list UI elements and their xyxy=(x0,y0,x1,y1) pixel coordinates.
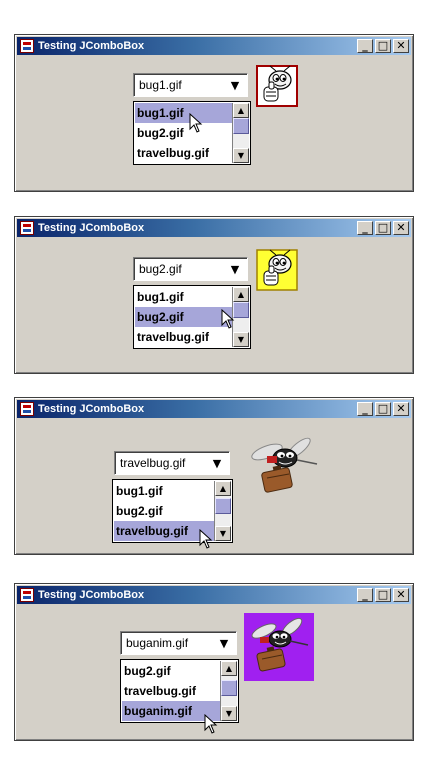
image-combo-box[interactable]: travelbug.gif ▼ xyxy=(114,451,230,475)
mouse-pointer-icon xyxy=(221,309,235,329)
combo-selected-value: travelbug.gif xyxy=(120,456,186,470)
chevron-down-icon[interactable]: ▼ xyxy=(215,634,233,652)
scroll-thumb[interactable] xyxy=(221,680,237,696)
minimize-button[interactable]: _ xyxy=(357,402,373,416)
minimize-button[interactable]: _ xyxy=(357,39,373,53)
minimize-button[interactable]: _ xyxy=(357,588,373,602)
maximize-button[interactable]: □ xyxy=(375,221,391,235)
list-item-bug1[interactable]: bug1.gif xyxy=(135,287,234,307)
list-item-travelbug[interactable]: travelbug.gif xyxy=(135,143,234,163)
scroll-thumb[interactable] xyxy=(215,498,231,514)
list-item-travelbug[interactable]: travelbug.gif xyxy=(122,681,222,701)
maximize-button[interactable]: □ xyxy=(375,402,391,416)
mouse-pointer-icon xyxy=(189,113,203,133)
java-app-icon xyxy=(20,221,34,235)
java-app-icon xyxy=(20,402,34,416)
title-bar[interactable]: Testing JComboBox _ □ ✕ xyxy=(17,400,411,418)
close-button[interactable]: ✕ xyxy=(393,221,409,235)
list-item-bug1[interactable]: bug1.gif xyxy=(114,481,216,501)
list-item-bug2[interactable]: bug2.gif xyxy=(135,123,234,143)
maximize-button[interactable]: □ xyxy=(375,39,391,53)
list-item-bug2[interactable]: bug2.gif xyxy=(135,307,234,327)
buganim-icon xyxy=(244,613,314,681)
bug1-icon xyxy=(256,65,298,107)
image-combo-box[interactable]: bug1.gif ▼ xyxy=(133,73,248,97)
image-combo-box[interactable]: bug2.gif ▼ xyxy=(133,257,248,281)
close-button[interactable]: ✕ xyxy=(393,402,409,416)
chevron-down-icon[interactable]: ▼ xyxy=(226,76,244,94)
title-bar[interactable]: Testing JComboBox _ □ ✕ xyxy=(17,37,411,55)
close-button[interactable]: ✕ xyxy=(393,588,409,602)
list-scrollbar[interactable]: ▲ ▼ xyxy=(220,661,237,721)
close-button[interactable]: ✕ xyxy=(393,39,409,53)
bug2-icon xyxy=(256,249,298,291)
scroll-up-button[interactable]: ▲ xyxy=(221,661,237,676)
window-4: Testing JComboBox _ □ ✕ buganim.gif ▼ bu… xyxy=(14,583,414,741)
travelbug-icon xyxy=(251,437,318,493)
java-app-icon xyxy=(20,588,34,602)
scroll-up-button[interactable]: ▲ xyxy=(233,103,249,118)
list-item-bug2[interactable]: bug2.gif xyxy=(114,501,216,521)
title-bar[interactable]: Testing JComboBox _ □ ✕ xyxy=(17,219,411,237)
window-3: Testing JComboBox _ □ ✕ travelbug.gif ▼ … xyxy=(14,397,414,555)
scroll-up-button[interactable]: ▲ xyxy=(215,481,231,496)
scroll-down-button[interactable]: ▼ xyxy=(221,706,237,721)
chevron-down-icon[interactable]: ▼ xyxy=(208,454,226,472)
window-1: Testing JComboBox _ □ ✕ bug1.gif ▼ bug1.… xyxy=(14,34,414,192)
list-item-bug2[interactable]: bug2.gif xyxy=(122,661,222,681)
list-scrollbar[interactable]: ▲ ▼ xyxy=(232,103,249,163)
minimize-button[interactable]: _ xyxy=(357,221,373,235)
scroll-thumb[interactable] xyxy=(233,118,249,134)
title-bar[interactable]: Testing JComboBox _ □ ✕ xyxy=(17,586,411,604)
window-title: Testing JComboBox xyxy=(38,589,145,601)
scroll-up-button[interactable]: ▲ xyxy=(233,287,249,302)
java-app-icon xyxy=(20,39,34,53)
mouse-pointer-icon xyxy=(199,529,213,549)
combo-selected-value: buganim.gif xyxy=(126,636,189,650)
combo-selected-value: bug2.gif xyxy=(139,262,182,276)
window-2: Testing JComboBox _ □ ✕ bug2.gif ▼ bug1.… xyxy=(14,216,414,374)
scroll-down-button[interactable]: ▼ xyxy=(233,148,249,163)
scroll-down-button[interactable]: ▼ xyxy=(215,526,231,541)
image-combo-box[interactable]: buganim.gif ▼ xyxy=(120,631,237,655)
list-item-bug1[interactable]: bug1.gif xyxy=(135,103,234,123)
scroll-down-button[interactable]: ▼ xyxy=(233,332,249,347)
list-scrollbar[interactable]: ▲ ▼ xyxy=(214,481,231,541)
list-item-travelbug[interactable]: travelbug.gif xyxy=(135,327,234,347)
maximize-button[interactable]: □ xyxy=(375,588,391,602)
mouse-pointer-icon xyxy=(204,714,218,734)
combo-selected-value: bug1.gif xyxy=(139,78,182,92)
combo-dropdown-list: bug2.gif travelbug.gif buganim.gif ▲ ▼ xyxy=(120,659,239,723)
window-title: Testing JComboBox xyxy=(38,403,145,415)
window-title: Testing JComboBox xyxy=(38,222,145,234)
chevron-down-icon[interactable]: ▼ xyxy=(226,260,244,278)
window-title: Testing JComboBox xyxy=(38,40,145,52)
